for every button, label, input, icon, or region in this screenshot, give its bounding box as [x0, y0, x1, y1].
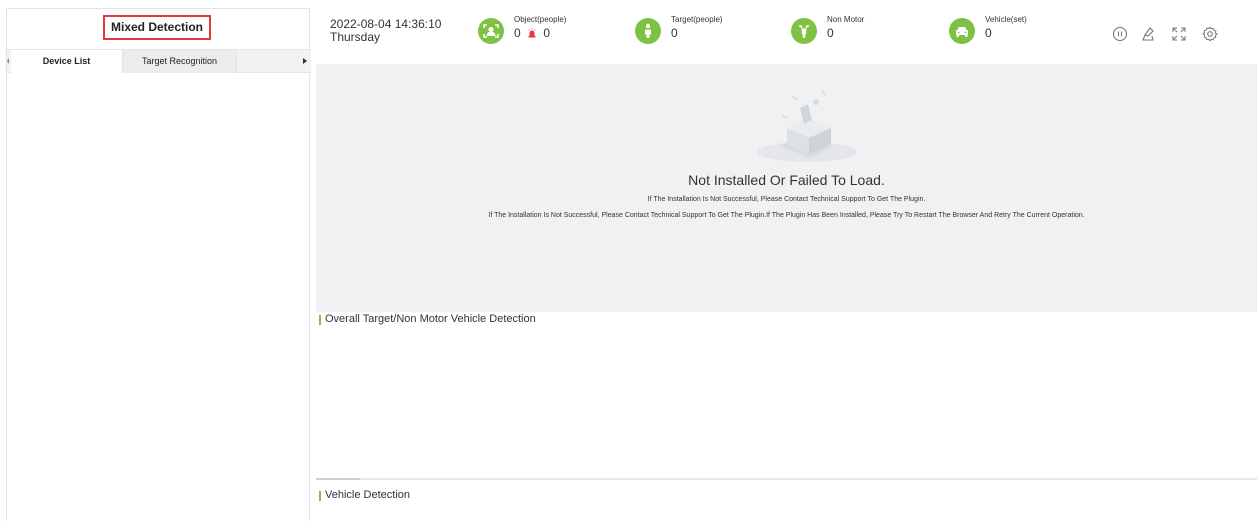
face-frame-icon — [478, 18, 504, 44]
overall-detection-section: Overall Target/Non Motor Vehicle Detecti… — [316, 312, 1257, 478]
tab-scroll-right-icon[interactable] — [303, 58, 307, 64]
tab-scroll-left-icon[interactable] — [7, 58, 9, 64]
empty-state-illustration — [757, 89, 857, 162]
stat-label: Object(people) — [514, 15, 567, 24]
section-title: Vehicle Detection — [319, 489, 410, 501]
panel-title-row: Mixed Detection — [7, 9, 309, 45]
stat-label: Non Motor — [827, 15, 865, 24]
panel-title: Mixed Detection — [103, 15, 211, 40]
pause-icon[interactable] — [1112, 26, 1128, 42]
clear-icon[interactable] — [1141, 26, 1157, 42]
stat-label: Vehicle(set) — [985, 15, 1027, 24]
plugin-error-message: If The Installation Is Not Successful, P… — [647, 196, 926, 203]
vehicle-detection-section: Vehicle Detection — [316, 480, 1257, 521]
settings-gear-icon[interactable] — [1202, 26, 1218, 42]
datetime-display: 2022-08-04 14:36:10 Thursday — [330, 18, 441, 44]
alarm-icon — [528, 28, 536, 38]
weekday-text: Thursday — [330, 30, 381, 44]
fullscreen-icon[interactable] — [1171, 26, 1187, 42]
tab-target-recognition[interactable]: Target Recognition — [123, 50, 237, 73]
left-panel: Mixed Detection Device List Target Recog… — [6, 8, 311, 521]
top-stats-bar: 2022-08-04 14:36:10 Thursday Object(peop… — [316, 8, 1257, 64]
plugin-error-title: Not Installed Or Failed To Load. — [688, 172, 885, 188]
stat-value: 0 — [985, 26, 992, 40]
car-icon — [949, 18, 975, 44]
object-count: 0 — [514, 26, 521, 40]
tab-device-list[interactable]: Device List — [11, 50, 123, 73]
stat-value: 0 0 — [514, 26, 550, 40]
person-icon — [635, 18, 661, 44]
stat-value: 0 — [671, 26, 678, 40]
panel-tabs: Device List Target Recognition — [7, 49, 311, 73]
stat-value: 0 — [827, 26, 834, 40]
video-plugin-area: Not Installed Or Failed To Load. If The … — [316, 64, 1257, 312]
scooter-icon — [791, 18, 817, 44]
alarm-count: 0 — [543, 26, 551, 40]
stat-label: Target(people) — [671, 15, 723, 24]
section-title: Overall Target/Non Motor Vehicle Detecti… — [319, 313, 536, 325]
app-root: Mixed Detection Device List Target Recog… — [0, 0, 1257, 521]
plugin-error-detail: If The Installation Is Not Successful, P… — [488, 212, 1085, 219]
